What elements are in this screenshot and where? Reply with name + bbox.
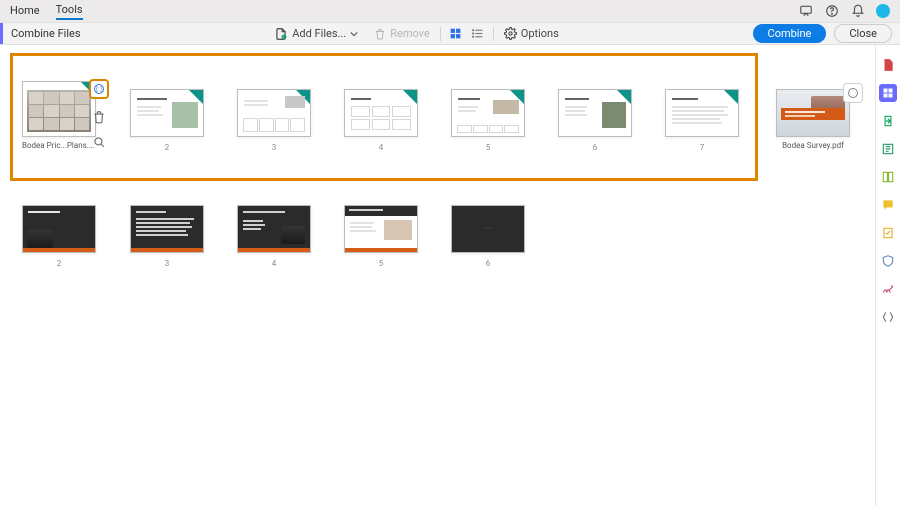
options-button[interactable]: Options [498,23,565,44]
close-button[interactable]: Close [834,24,892,43]
thumb-file1-page5[interactable]: 5 [451,89,525,152]
rail-pdf-icon[interactable] [879,56,897,74]
delete-selected-button[interactable] [90,108,108,126]
list-icon [471,27,484,40]
expand-arrows-icon [847,87,859,99]
rail-shield-icon[interactable] [879,252,897,270]
remove-label: Remove [390,27,430,40]
add-files-icon [274,27,288,41]
help-icon[interactable] [824,3,840,19]
thumb-file1-page3[interactable]: 3 [237,89,311,152]
rail-combine-icon[interactable] [879,84,897,102]
rail-organize-icon[interactable] [879,168,897,186]
add-files-button[interactable]: Add Files... [268,23,368,44]
grid-icon [449,27,462,40]
thumb-file1-page7[interactable]: 7 [665,89,739,152]
thumb-pg: 4 [344,143,418,152]
thumb-file2-page5[interactable]: 5 [344,205,418,268]
remove-button[interactable]: Remove [368,23,436,44]
thumb-pg: 5 [451,143,525,152]
thumb-file2-page6[interactable]: · · · 6 [451,205,525,268]
combine-button[interactable]: Combine [753,24,827,43]
rail-export-icon[interactable] [879,112,897,130]
grid-view-button[interactable] [448,26,464,42]
toolbar-divider [493,27,494,41]
rail-more-icon[interactable] [879,308,897,326]
magnifier-icon [92,135,106,149]
rail-sign-icon[interactable] [879,280,897,298]
thumb-label: Bodea Survey.pdf [776,141,850,150]
list-view-button[interactable] [470,26,486,42]
bell-icon[interactable] [850,3,866,19]
thumb-file1-page6[interactable]: 6 [558,89,632,152]
gear-icon [504,27,517,40]
thumb-pg: 6 [451,259,525,268]
tab-home[interactable]: Home [10,4,40,19]
trash-icon [92,110,106,124]
rail-comment-icon[interactable] [879,196,897,214]
options-label: Options [521,27,559,40]
thumb-pg: 4 [237,259,311,268]
thumb-file2-page4[interactable]: 4 [237,205,311,268]
rail-fill-icon[interactable] [879,224,897,242]
thumb-file1-page1[interactable]: Bodea Pric...Plans.ppt [22,81,96,150]
rail-edit-icon[interactable] [879,140,897,158]
thumb-pg: 7 [665,143,739,152]
thumb-label: Bodea Pric...Plans.ppt [22,141,96,150]
thumb-pg: 2 [22,259,96,268]
toolbar: Combine Files Add Files... Remove Option… [0,22,900,45]
toolbar-divider [440,27,441,41]
avatar[interactable] [876,4,890,18]
menubar: Home Tools [0,0,900,22]
right-rail [875,45,900,506]
thumb-file2-page2[interactable]: 2 [22,205,96,268]
expand-selected-button[interactable] [89,79,109,99]
zoom-selected-button[interactable] [90,133,108,151]
view-toggle [445,26,489,42]
chevron-down-icon [350,30,358,38]
add-files-label: Add Files... [292,27,346,40]
thumb-pg: 6 [558,143,632,152]
thumb-pg: 3 [130,259,204,268]
chat-icon[interactable] [798,3,814,19]
thumb-pg: 3 [237,143,311,152]
thumb-file1-page4[interactable]: 4 [344,89,418,152]
trash-icon [374,28,386,40]
thumb-file2-cover[interactable]: Bodea Survey.pdf [776,89,850,150]
workspace: Bodea Pric...Plans.ppt 2 3 [0,45,875,506]
expand-arrows-icon [93,83,105,95]
tab-tools[interactable]: Tools [56,3,83,20]
thumb-file1-page2[interactable]: 2 [130,89,204,152]
thumb-pg: 5 [344,259,418,268]
thumb-file2-page3[interactable]: 3 [130,205,204,268]
tool-title: Combine Files [3,27,89,40]
expand-file2-button[interactable] [843,83,863,103]
thumb-pg: 2 [130,143,204,152]
